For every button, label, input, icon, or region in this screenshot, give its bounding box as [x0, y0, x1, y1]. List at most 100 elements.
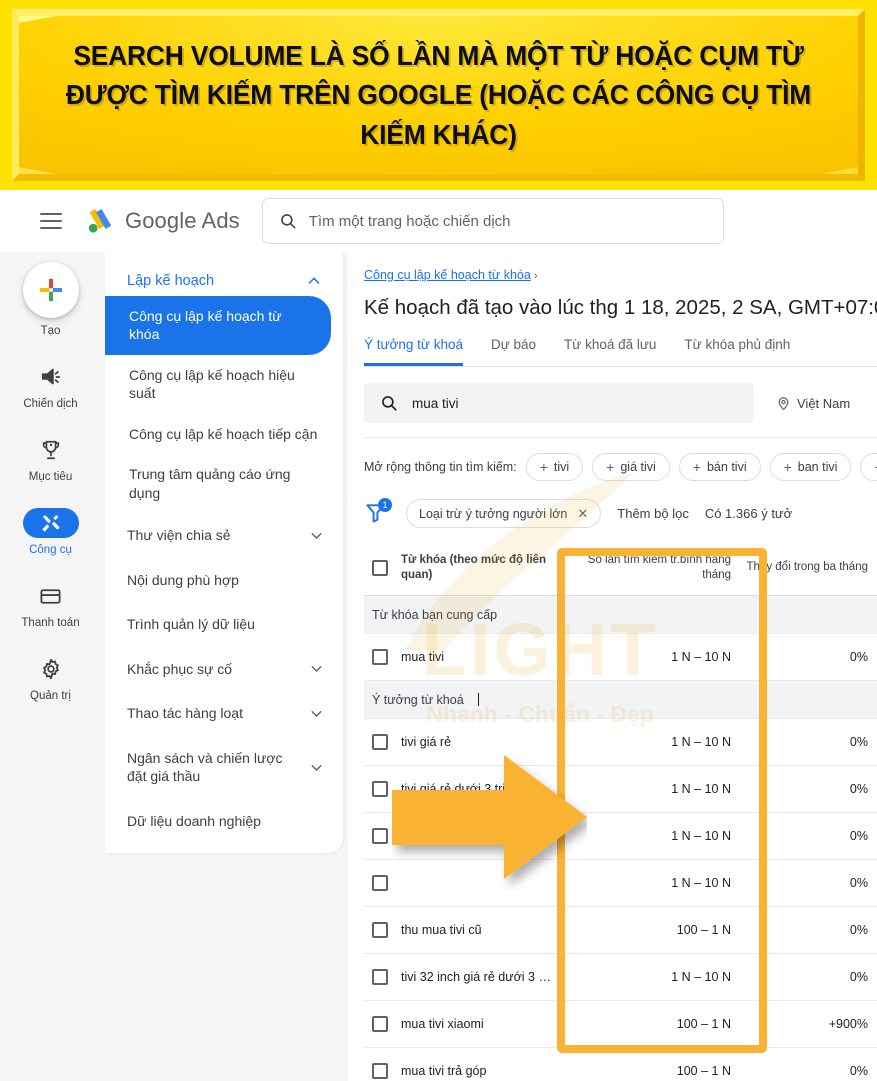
global-search-placeholder: Tìm một trang hoặc chiến dịch: [308, 212, 511, 230]
tab-saved-keywords[interactable]: Từ khoá đã lưu: [564, 337, 656, 366]
header-cell-keyword: Từ khóa (theo mức độ liên quan): [364, 540, 561, 595]
menu-item-data-manager[interactable]: Trình quản lý dữ liệu: [105, 602, 343, 646]
brand-google: Google: [125, 208, 197, 233]
row-checkbox[interactable]: [372, 1063, 388, 1079]
breadcrumb: Công cụ lập kế hoạch từ khóa ›: [364, 266, 877, 284]
row-checkbox[interactable]: [372, 828, 388, 844]
rail-item-admin[interactable]: Quản trị: [0, 654, 101, 702]
menu-item-keyword-planner[interactable]: Công cụ lập kế hoạch từ khóa: [105, 296, 331, 355]
table-body: Từ khóa bạn cung cấp mua tivi 1 N – 10 N…: [364, 596, 877, 1081]
menu-item-performance-planner[interactable]: Công cụ lập kế hoạch hiệu suất: [105, 355, 343, 414]
rail-label-tools: Công cụ: [29, 544, 72, 556]
tab-forecast[interactable]: Dự báo: [491, 337, 536, 366]
row-checkbox[interactable]: [372, 969, 388, 985]
location-selector[interactable]: Việt Nam: [776, 396, 850, 411]
row-keyword-cell: mua tivi: [364, 634, 561, 680]
menu-row-label: Thư viện chia sẻ: [127, 527, 231, 544]
rail-item-campaigns[interactable]: Chiến dịch: [0, 362, 101, 410]
filter-bar: 1 Loại trừ ý tưởng người lớn ✕ Thêm bộ l…: [364, 497, 877, 528]
row-checkbox[interactable]: [372, 922, 388, 938]
rail-label-billing: Thanh toán: [21, 617, 80, 629]
menu-item-business-data[interactable]: Dữ liệu doanh nghiệp: [105, 799, 343, 843]
expand-chip-ban-tivi[interactable]: + bán tivi: [678, 453, 761, 481]
rail-label-campaigns: Chiến dịch: [23, 398, 78, 410]
expand-chip-truncated[interactable]: +: [860, 453, 877, 481]
row-keyword: tivi giá rẻ dưới 2 triệu: [401, 829, 519, 843]
row-checkbox[interactable]: [372, 1016, 388, 1032]
row-keyword: thu mua tivi cũ: [401, 923, 482, 937]
keyword-search-input[interactable]: mua tivi: [364, 383, 754, 423]
section-spacer-change: [743, 596, 877, 633]
ideas-count: Có 1.366 ý tưở: [704, 506, 793, 521]
menu-item-relevant-content[interactable]: Nội dung phù hợp: [105, 558, 343, 602]
expand-chip-ban-tivi-2[interactable]: + ban tivi: [769, 453, 852, 481]
row-volume: 100 – 1 N: [676, 1017, 731, 1031]
row-volume: 100 – 1 N: [676, 1064, 731, 1078]
google-ads-app: Google Ads Tìm một trang hoặc chiến dịch: [0, 190, 877, 1081]
menu-item-shared-library[interactable]: Thư viện chia sẻ: [105, 513, 343, 557]
banner: SEARCH VOLUME LÀ SỐ LẦN MÀ MỘT TỪ HOẶC C…: [0, 0, 877, 190]
tab-keyword-ideas[interactable]: Ý tưởng từ khoá: [364, 337, 463, 366]
expand-chip-label: ban tivi: [797, 460, 838, 474]
menu-row-label: Nội dung phù hợp: [127, 571, 239, 588]
menu-group-planning[interactable]: Lập kế hoạch: [105, 266, 343, 296]
menu-item-app-ads-hub[interactable]: Trung tâm quảng cáo ứng dụng: [105, 454, 343, 513]
row-checkbox[interactable]: [372, 649, 388, 665]
select-all-checkbox[interactable]: [372, 559, 388, 576]
plus-icon: +: [692, 459, 701, 475]
table-row[interactable]: mua tivi 1 N – 10 N 0%: [364, 634, 877, 681]
table-row[interactable]: mua tivi trả góp 100 – 1 N 0%: [364, 1048, 877, 1081]
rail-item-billing[interactable]: Thanh toán: [0, 581, 101, 629]
menu-item-reach-planner[interactable]: Công cụ lập kế hoạch tiếp cận: [105, 414, 343, 454]
filter-icon[interactable]: 1: [364, 497, 392, 527]
google-ads-logo[interactable]: Google Ads: [84, 206, 240, 236]
expand-search-row: Mở rộng thông tin tìm kiếm: + tivi + giá…: [364, 453, 877, 481]
menu-item-troubleshooting[interactable]: Khắc phục sự cố: [105, 647, 343, 691]
menu-item-bulk-actions[interactable]: Thao tác hàng loạt: [105, 691, 343, 735]
row-keyword-cell: mua tivi trả góp: [364, 1048, 561, 1081]
expand-search-label: Mở rộng thông tin tìm kiếm:: [364, 460, 517, 474]
row-change: 0%: [849, 735, 868, 749]
rail-item-tools[interactable]: Công cụ: [0, 508, 101, 556]
create-button[interactable]: Tạo: [22, 262, 79, 337]
banner-text: SEARCH VOLUME LÀ SỐ LẦN MÀ MỘT TỪ HOẶC C…: [65, 40, 812, 150]
plus-icon: +: [783, 459, 792, 475]
divider: [364, 437, 877, 438]
expand-chip-gia-tivi[interactable]: + giá tivi: [592, 453, 670, 481]
table-header-row: Từ khóa (theo mức độ liên quan) Số lần t…: [364, 540, 877, 596]
keyword-ideas-table: Từ khóa (theo mức độ liên quan) Số lần t…: [364, 540, 877, 1081]
table-row[interactable]: tivi 32 inch giá rẻ dưới 3 tr… 1 N – 10 …: [364, 954, 877, 1001]
table-row[interactable]: 1 N – 10 N 0%: [364, 860, 877, 907]
table-row[interactable]: tivi giá rẻ 1 N – 10 N 0%: [364, 719, 877, 766]
row-change: 0%: [849, 829, 868, 843]
tab-bar: Ý tưởng từ khoá Dự báo Từ khoá đã lưu Từ…: [364, 337, 877, 367]
global-search-input[interactable]: Tìm một trang hoặc chiến dịch: [261, 198, 724, 244]
hamburger-icon[interactable]: [40, 213, 62, 229]
tab-negative-keywords[interactable]: Từ khóa phủ định: [684, 337, 790, 366]
row-volume: 1 N – 10 N: [671, 970, 731, 984]
row-checkbox[interactable]: [372, 875, 388, 891]
rail-label-admin: Quản trị: [30, 690, 71, 702]
table-row[interactable]: tivi giá rẻ dưới 3 triệu 1 N – 10 N 0%: [364, 766, 877, 813]
expand-chip-tivi[interactable]: + tivi: [525, 453, 584, 481]
plus-icon: [39, 278, 62, 302]
expand-chip-label: bán tivi: [706, 460, 747, 474]
row-checkbox[interactable]: [372, 781, 388, 797]
row-checkbox[interactable]: [372, 734, 388, 750]
table-row[interactable]: tivi giá rẻ dưới 2 triệu 1 N – 10 N 0%: [364, 813, 877, 860]
row-volume: 1 N – 10 N: [671, 876, 731, 890]
table-section-header: Từ khóa bạn cung cấp: [364, 596, 877, 634]
row-keyword-cell: tivi giá rẻ dưới 2 triệu: [364, 813, 561, 859]
active-filter-label: Loại trừ ý tưởng người lớn: [419, 506, 568, 521]
menu-item-budgets-bidding[interactable]: Ngân sách và chiến lược đặt giá thầu: [105, 736, 343, 799]
table-row[interactable]: mua tivi xiaomi 100 – 1 N +900%: [364, 1001, 877, 1048]
row-keyword: tivi 32 inch giá rẻ dưới 3 tr…: [401, 970, 553, 984]
close-icon[interactable]: ✕: [577, 506, 588, 522]
add-filter-button[interactable]: Thêm bộ lọc: [617, 506, 689, 521]
row-change: 0%: [849, 876, 868, 890]
rail-item-goals[interactable]: Mục tiêu: [0, 435, 101, 483]
breadcrumb-link[interactable]: Công cụ lập kế hoạch từ khóa: [364, 268, 531, 282]
active-filter-chip[interactable]: Loại trừ ý tưởng người lớn ✕: [406, 499, 602, 528]
table-row[interactable]: thu mua tivi cũ 100 – 1 N 0%: [364, 907, 877, 954]
create-label: Tạo: [40, 325, 61, 337]
